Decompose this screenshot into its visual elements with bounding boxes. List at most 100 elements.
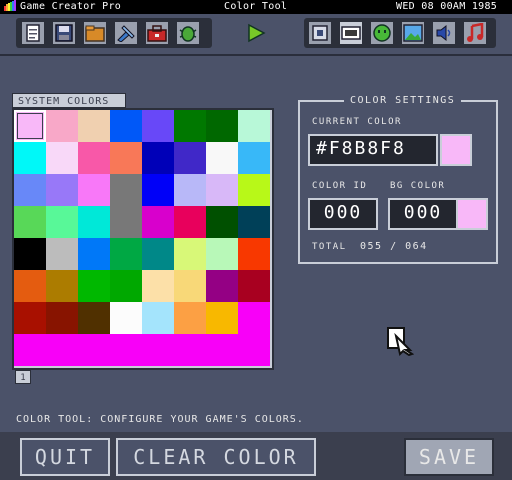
color-id-field[interactable]: 000 [308, 198, 378, 230]
color-grid [14, 110, 272, 368]
current-color-field[interactable]: #F8B8F8 [308, 134, 438, 166]
play-icon[interactable] [243, 20, 269, 46]
palette-swatch[interactable] [14, 334, 46, 366]
palette-swatch[interactable] [46, 110, 78, 142]
palette-swatch[interactable] [14, 142, 46, 174]
palette-swatch[interactable] [174, 334, 206, 366]
palette-swatch[interactable] [46, 302, 78, 334]
palette-swatch[interactable] [206, 174, 238, 206]
image-icon[interactable] [400, 20, 426, 46]
palette-swatch[interactable] [142, 110, 174, 142]
palette-swatch[interactable] [14, 110, 46, 142]
palette-swatch[interactable] [14, 206, 46, 238]
palette-swatch[interactable] [46, 142, 78, 174]
color-settings-title: COLOR SETTINGS [344, 94, 462, 108]
palette-swatch[interactable] [110, 110, 142, 142]
palette-swatch[interactable] [142, 270, 174, 302]
palette-swatch[interactable] [238, 238, 270, 270]
palette-swatch[interactable] [174, 270, 206, 302]
palette-swatch[interactable] [78, 334, 110, 366]
total-value: 055 / 064 [360, 241, 428, 252]
app-title[interactable]: Game Creator Pro [20, 0, 121, 14]
palette-swatch[interactable] [110, 270, 142, 302]
palette-swatch[interactable] [174, 302, 206, 334]
palette-swatch[interactable] [46, 270, 78, 302]
tools-icon[interactable] [113, 20, 139, 46]
palette-swatch[interactable] [14, 302, 46, 334]
palette-swatch[interactable] [142, 206, 174, 238]
palette-page-tab[interactable]: 1 [15, 370, 31, 384]
palette-swatch[interactable] [174, 206, 206, 238]
palette-swatch[interactable] [78, 174, 110, 206]
quit-button[interactable]: QUIT [20, 438, 110, 476]
palette-swatch[interactable] [46, 206, 78, 238]
palette-swatch[interactable] [206, 334, 238, 366]
palette-swatch[interactable] [206, 110, 238, 142]
palette-swatch[interactable] [110, 238, 142, 270]
palette-swatch[interactable] [206, 206, 238, 238]
toolbox-icon[interactable] [144, 20, 170, 46]
palette-swatch[interactable] [142, 174, 174, 206]
document-icon[interactable] [20, 20, 46, 46]
music-icon[interactable] [462, 20, 488, 46]
palette-swatch[interactable] [206, 142, 238, 174]
palette-swatch[interactable] [238, 142, 270, 174]
palette-swatch[interactable] [238, 302, 270, 334]
cpu-icon[interactable] [307, 20, 333, 46]
palette-icon[interactable] [338, 20, 364, 46]
palette-swatch[interactable] [46, 174, 78, 206]
palette-swatch[interactable] [142, 334, 174, 366]
disk-icon[interactable] [51, 20, 77, 46]
palette-swatch[interactable] [206, 270, 238, 302]
palette-swatch[interactable] [78, 206, 110, 238]
palette-swatch[interactable] [238, 206, 270, 238]
current-color-label: CURRENT COLOR [312, 117, 402, 127]
clock: WED 08 00AM 1985 [396, 1, 498, 12]
bug-icon[interactable] [175, 20, 201, 46]
toolbar [0, 14, 512, 56]
palette-swatch[interactable] [46, 238, 78, 270]
total-label: TOTAL [312, 242, 347, 252]
palette-swatch[interactable] [110, 302, 142, 334]
palette-swatch[interactable] [142, 238, 174, 270]
palette-swatch[interactable] [78, 110, 110, 142]
palette-swatch[interactable] [142, 142, 174, 174]
palette-swatch[interactable] [78, 270, 110, 302]
palette-swatch[interactable] [78, 238, 110, 270]
palette-swatch[interactable] [110, 142, 142, 174]
palette-swatch[interactable] [174, 110, 206, 142]
palette-swatch[interactable] [206, 238, 238, 270]
palette-swatch[interactable] [174, 238, 206, 270]
palette-swatch[interactable] [110, 206, 142, 238]
save-button[interactable]: SAVE [404, 438, 494, 476]
palette-swatch[interactable] [142, 302, 174, 334]
palette-swatch[interactable] [206, 302, 238, 334]
mouse-pointer-icon [386, 326, 415, 360]
sprite-icon[interactable] [369, 20, 395, 46]
palette-swatch[interactable] [110, 334, 142, 366]
clear-color-button[interactable]: CLEAR COLOR [116, 438, 316, 476]
palette-swatch[interactable] [110, 174, 142, 206]
palette-swatch[interactable] [238, 110, 270, 142]
palette-swatch[interactable] [46, 334, 78, 366]
bg-color-field[interactable]: 000 [388, 198, 458, 230]
palette-swatch[interactable] [238, 270, 270, 302]
palette-tab[interactable]: SYSTEM COLORS [12, 93, 126, 108]
palette-swatch[interactable] [174, 142, 206, 174]
palette-swatch[interactable] [78, 142, 110, 174]
bg-color-swatch[interactable] [456, 198, 488, 230]
color-id-label: COLOR ID [312, 181, 368, 191]
folder-icon[interactable] [82, 20, 108, 46]
palette-swatch[interactable] [238, 174, 270, 206]
palette-swatch[interactable] [78, 302, 110, 334]
menu-bar: Game Creator Pro Color Tool WED 08 00AM … [0, 0, 512, 14]
bg-color-label: BG COLOR [390, 181, 446, 191]
status-message: COLOR TOOL: CONFIGURE YOUR GAME'S COLORS… [16, 414, 304, 425]
palette-swatch[interactable] [238, 334, 270, 366]
palette-swatch[interactable] [14, 174, 46, 206]
current-color-swatch[interactable] [440, 134, 472, 166]
palette-swatch[interactable] [14, 270, 46, 302]
sound-icon[interactable] [431, 20, 457, 46]
palette-swatch[interactable] [14, 238, 46, 270]
palette-swatch[interactable] [174, 174, 206, 206]
